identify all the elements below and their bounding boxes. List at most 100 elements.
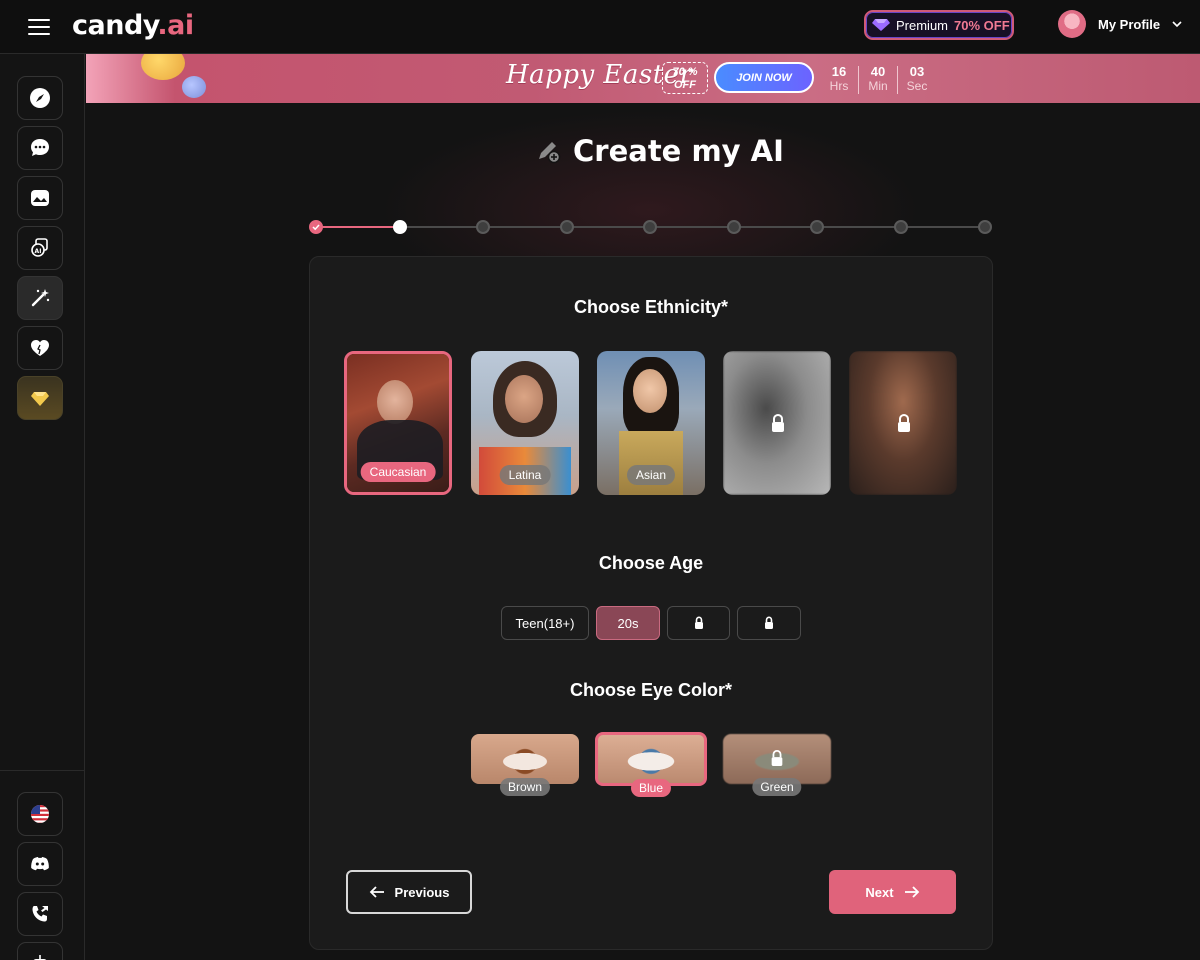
banner-discount-off: OFF <box>674 79 696 91</box>
age-heading: Choose Age <box>598 553 704 573</box>
next-label: Next <box>865 884 894 900</box>
sidebar-item-my-ai[interactable] <box>17 326 63 370</box>
sidebar-item-generate[interactable]: AI <box>17 226 63 270</box>
timer-seconds: 03 Sec <box>898 64 936 94</box>
step-3 <box>476 220 490 234</box>
step-8 <box>894 220 908 234</box>
create-ai-form: Choose Ethnicity* Caucasian Latina Asian… <box>309 256 993 950</box>
timer-unit: Hrs <box>829 79 849 93</box>
eye-color-heading: Choose Eye Color* <box>569 680 733 700</box>
edit-pencil-icon <box>539 142 561 164</box>
robot-icon <box>33 955 47 960</box>
timer-hours: 16 Hrs <box>820 64 858 94</box>
timer-value: 03 <box>909 64 925 79</box>
top-bar: candy.ai Premium 70% OFF My Profile <box>0 0 1200 54</box>
ethnicity-photo <box>633 369 667 413</box>
avatar <box>1058 10 1086 38</box>
logo-text: candy <box>72 10 158 41</box>
profile-menu[interactable]: My Profile <box>1058 10 1182 38</box>
banner-discount: 70 % OFF <box>662 62 708 94</box>
timer-unit: Sec <box>906 79 928 93</box>
eye-label: Brown <box>499 778 551 796</box>
step-4 <box>560 220 574 234</box>
next-button[interactable]: Next <box>829 870 956 914</box>
sidebar-item-premium[interactable] <box>17 376 63 420</box>
sidebar-item-gallery[interactable] <box>17 176 63 220</box>
logo[interactable]: candy.ai <box>72 10 194 41</box>
premium-label: Premium <box>896 17 949 33</box>
ethnicity-label: Latina <box>499 465 551 485</box>
eye-option-blue[interactable]: Blue <box>595 732 707 797</box>
timer-value: 40 <box>870 64 886 79</box>
sidebar-item-chat[interactable] <box>17 126 63 170</box>
profile-label: My Profile <box>1098 16 1161 32</box>
chevron-down-icon <box>1172 21 1182 28</box>
diamond-icon <box>31 392 49 406</box>
eye-label: Green <box>752 778 802 796</box>
sidebar-item-support[interactable] <box>17 892 63 936</box>
easter-egg-decoration <box>182 76 206 98</box>
sidebar-item-create[interactable] <box>17 276 63 320</box>
ethnicity-label: Asian <box>626 465 676 485</box>
ethnicity-option-caucasian[interactable]: Caucasian <box>344 351 452 495</box>
eye-option-green-locked[interactable]: Green <box>723 734 831 796</box>
ethnicity-option-locked[interactable] <box>723 351 831 495</box>
step-6 <box>727 220 741 234</box>
sidebar-item-explore[interactable] <box>17 76 63 120</box>
easter-egg-decoration <box>141 54 185 80</box>
phone-icon <box>32 906 48 922</box>
timer-minutes: 40 Min <box>859 64 897 94</box>
ethnicity-photo <box>619 431 683 495</box>
gem-icon <box>872 19 890 31</box>
previous-button[interactable]: Previous <box>346 870 472 914</box>
eye-label: Blue <box>630 779 672 797</box>
ethnicity-option-locked[interactable] <box>849 351 957 495</box>
eye-photo <box>471 734 579 784</box>
ethnicity-label: Caucasian <box>360 462 436 482</box>
lock-icon <box>898 413 910 432</box>
lock-icon <box>771 749 783 766</box>
svg-text:AI: AI <box>35 248 42 255</box>
age-option-locked[interactable] <box>737 606 801 640</box>
chat-icon <box>31 139 49 156</box>
lock-icon <box>772 413 784 432</box>
promo-banner[interactable]: Happy Easter 70 % OFF JOIN NOW 16 Hrs 40 M… <box>86 54 1200 103</box>
previous-label: Previous <box>394 884 450 900</box>
heart-icon <box>31 340 49 356</box>
sidebar-item-bot[interactable] <box>17 942 63 960</box>
timer-unit: Min <box>868 79 888 93</box>
discord-icon <box>31 857 49 871</box>
premium-button[interactable]: Premium 70% OFF <box>864 10 1014 40</box>
arrow-left-icon <box>369 886 384 898</box>
gallery-icon <box>31 190 49 206</box>
step-7 <box>810 220 824 234</box>
sidebar: AI <box>0 54 85 960</box>
check-icon <box>312 224 320 231</box>
sidebar-item-language[interactable] <box>17 792 63 836</box>
arrow-right-icon <box>904 886 919 898</box>
compass-icon <box>30 88 50 108</box>
logo-suffix: .ai <box>157 10 194 41</box>
step-progress <box>309 220 992 234</box>
ethnicity-photo <box>377 380 413 424</box>
magic-wand-icon <box>31 289 50 307</box>
ethnicity-option-asian[interactable]: Asian <box>597 351 705 495</box>
menu-icon[interactable] <box>24 14 54 40</box>
lock-icon <box>765 616 773 629</box>
sidebar-divider <box>0 770 85 771</box>
step-5 <box>643 220 657 234</box>
us-flag-icon <box>31 805 49 823</box>
banner-discount-pct: 70 % <box>672 66 698 78</box>
age-option-20s[interactable]: 20s <box>596 606 660 640</box>
ai-generate-icon: AI <box>31 238 48 257</box>
timer-value: 16 <box>831 64 847 79</box>
age-option-teen[interactable]: Teen(18+) <box>501 606 589 640</box>
sidebar-item-discord[interactable] <box>17 842 63 886</box>
age-option-locked[interactable] <box>667 606 730 640</box>
ethnicity-option-latina[interactable]: Latina <box>471 351 579 495</box>
eye-option-brown[interactable]: Brown <box>471 734 579 796</box>
join-now-button[interactable]: JOIN NOW <box>714 62 814 93</box>
lock-icon <box>694 616 703 629</box>
step-9 <box>978 220 992 234</box>
premium-discount: 70% OFF <box>954 17 1010 33</box>
